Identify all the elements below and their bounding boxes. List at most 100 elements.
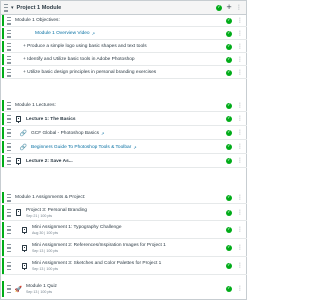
objective-text: + Utilize basic design principles in per… bbox=[23, 70, 157, 75]
drag-handle-icon[interactable] bbox=[7, 226, 11, 234]
module-title: Project 1 Module bbox=[16, 4, 62, 11]
drag-handle-icon[interactable] bbox=[7, 101, 11, 110]
drag-handle-icon[interactable] bbox=[7, 285, 11, 293]
lecture-link[interactable]: Lecture 2: Save As... bbox=[26, 159, 73, 164]
published-check-icon[interactable]: ✓ bbox=[226, 69, 232, 76]
item-menu-icon[interactable]: ⋮ bbox=[237, 158, 243, 164]
item-menu-icon[interactable]: ⋮ bbox=[237, 56, 243, 63]
list-item-mini-3[interactable]: Mini Assignment 3: Sketches and Color Pa… bbox=[2, 258, 247, 275]
drag-handle-icon[interactable] bbox=[7, 68, 11, 77]
assignment-link[interactable]: Mini Assignment 3: Sketches and Color Pa… bbox=[32, 261, 161, 266]
list-item-quiz[interactable]: 🚀 Module 1 Quiz Sep 13 | 100 pts ✓ ⋮ bbox=[2, 281, 247, 297]
item-menu-icon[interactable]: ⋮ bbox=[237, 286, 243, 292]
drag-handle-icon[interactable] bbox=[4, 3, 8, 12]
assignment-meta: Sep 13 | 100 pts bbox=[32, 267, 59, 271]
overview-video-link[interactable]: Module 1 Overview Video bbox=[35, 31, 90, 36]
list-item-obj-1[interactable]: + Produce a simple logo using basic shap… bbox=[2, 41, 247, 53]
drag-handle-icon[interactable] bbox=[7, 29, 11, 38]
item-menu-icon[interactable]: ⋮ bbox=[237, 245, 243, 251]
quiz-icon: 🚀 bbox=[14, 285, 23, 293]
assignment-icon bbox=[21, 244, 28, 252]
list-item-beginners[interactable]: 🔗 Beginners Guide To Photoshop Tools & T… bbox=[2, 141, 247, 154]
link-icon: 🔗 bbox=[19, 143, 28, 151]
assignment-icon bbox=[15, 209, 22, 216]
published-check-icon[interactable]: ✓ bbox=[226, 286, 232, 292]
drag-handle-icon[interactable] bbox=[7, 244, 11, 252]
published-check-icon[interactable]: ✓ bbox=[226, 209, 232, 216]
list-item-obj-3[interactable]: + Utilize basic design principles in per… bbox=[2, 67, 247, 79]
published-check-icon[interactable]: ✓ bbox=[226, 194, 232, 201]
drag-handle-icon[interactable] bbox=[7, 157, 11, 165]
item-menu-icon[interactable]: ⋮ bbox=[237, 17, 243, 24]
drag-handle-icon[interactable] bbox=[7, 115, 11, 123]
collapse-caret-icon[interactable]: ▾ bbox=[11, 5, 14, 11]
list-item-lecture-1[interactable]: Lecture 1: The Basics ✓ ⋮ bbox=[2, 113, 247, 126]
list-item-mini-1[interactable]: Mini Assignment 1: Typography Challenge … bbox=[2, 222, 247, 239]
list-item-assign-header[interactable]: Module 1 Assignments & Project: ✓ ⋮ bbox=[2, 192, 247, 204]
published-check-icon[interactable]: ✓ bbox=[226, 43, 232, 50]
drag-handle-icon[interactable] bbox=[7, 193, 11, 202]
module-container: ▾ Project 1 Module ✓ + ⋮ Module 1 Object… bbox=[0, 0, 247, 300]
assignment-link[interactable]: Mini Assignment 1: Typography Challenge bbox=[32, 225, 122, 230]
item-menu-icon[interactable]: ⋮ bbox=[237, 144, 243, 150]
item-menu-icon[interactable]: ⋮ bbox=[237, 69, 243, 76]
assignment-link[interactable]: Mini Assignment 2: References/Inspiratio… bbox=[32, 243, 166, 248]
lecture-link[interactable]: Lecture 1: The Basics bbox=[26, 117, 76, 122]
list-item-project-3[interactable]: Project 3: Personal Branding Sep 21 | 10… bbox=[2, 205, 247, 221]
module-menu-icon[interactable]: ⋮ bbox=[236, 4, 242, 11]
published-check-icon[interactable]: ✓ bbox=[226, 144, 232, 150]
published-check-icon[interactable]: ✓ bbox=[226, 30, 232, 37]
list-item-obj-2[interactable]: + Identify and Utilize basic tools in Ad… bbox=[2, 54, 247, 66]
objective-text: + Identify and Utilize basic tools in Ad… bbox=[23, 57, 135, 62]
subheader-label: Module 1 Assignments & Project: bbox=[15, 195, 86, 200]
list-item-lecture-2[interactable]: Lecture 2: Save As... ✓ ⋮ bbox=[2, 155, 247, 168]
external-link-icon: ↗ bbox=[91, 31, 95, 36]
assignment-meta: Aug 30 | 100 pts bbox=[32, 231, 59, 235]
item-menu-icon[interactable]: ⋮ bbox=[237, 130, 243, 136]
item-menu-icon[interactable]: ⋮ bbox=[237, 102, 243, 109]
add-item-button[interactable]: + bbox=[226, 4, 232, 11]
published-check-icon[interactable]: ✓ bbox=[226, 263, 232, 269]
list-item-obj-header[interactable]: Module 1 Objectives: ✓ ⋮ bbox=[2, 15, 247, 27]
published-check-icon[interactable]: ✓ bbox=[226, 56, 232, 63]
item-menu-icon[interactable]: ⋮ bbox=[237, 30, 243, 37]
drag-handle-icon[interactable] bbox=[7, 16, 11, 25]
assignment-icon bbox=[21, 262, 28, 270]
external-link-icon: ↗ bbox=[101, 130, 105, 136]
link-icon: 🔗 bbox=[19, 129, 28, 137]
item-menu-icon[interactable]: ⋮ bbox=[237, 209, 243, 216]
drag-handle-icon[interactable] bbox=[7, 208, 11, 217]
published-check-icon[interactable]: ✓ bbox=[226, 17, 232, 24]
published-check-icon[interactable]: ✓ bbox=[226, 245, 232, 251]
assignment-link[interactable]: Project 3: Personal Branding bbox=[26, 208, 87, 213]
external-resource-link[interactable]: GCF Global - Photoshop Basics bbox=[31, 131, 99, 136]
list-item-overview-video[interactable]: Module 1 Overview Video ↗ ✓ ⋮ bbox=[2, 28, 247, 40]
item-menu-icon[interactable]: ⋮ bbox=[237, 43, 243, 50]
published-check-icon[interactable]: ✓ bbox=[226, 227, 232, 233]
drag-handle-icon[interactable] bbox=[7, 55, 11, 64]
module-header[interactable]: ▾ Project 1 Module ✓ + ⋮ bbox=[1, 1, 246, 15]
drag-handle-icon[interactable] bbox=[7, 129, 11, 137]
item-menu-icon[interactable]: ⋮ bbox=[237, 227, 243, 233]
objective-text: + Produce a simple logo using basic shap… bbox=[23, 44, 147, 49]
published-check-icon[interactable]: ✓ bbox=[226, 158, 232, 164]
drag-handle-icon[interactable] bbox=[7, 42, 11, 51]
quiz-link[interactable]: Module 1 Quiz bbox=[26, 284, 57, 289]
external-resource-link[interactable]: Beginners Guide To Photoshop Tools & Too… bbox=[31, 145, 131, 150]
page-icon bbox=[16, 116, 21, 123]
assignment-meta: Sep 13 | 100 pts bbox=[32, 249, 59, 253]
published-check-icon[interactable]: ✓ bbox=[226, 116, 232, 122]
item-menu-icon[interactable]: ⋮ bbox=[237, 194, 243, 201]
list-item-mini-2[interactable]: Mini Assignment 2: References/Inspiratio… bbox=[2, 240, 247, 257]
drag-handle-icon[interactable] bbox=[7, 262, 11, 270]
assignment-icon bbox=[21, 226, 28, 234]
published-check-icon[interactable]: ✓ bbox=[216, 4, 223, 11]
drag-handle-icon[interactable] bbox=[7, 143, 11, 151]
list-item-gcf[interactable]: 🔗 GCF Global - Photoshop Basics ↗ ✓ ⋮ bbox=[2, 127, 247, 140]
item-menu-icon[interactable]: ⋮ bbox=[237, 263, 243, 269]
assignment-meta: Sep 21 | 100 pts bbox=[26, 213, 53, 218]
published-check-icon[interactable]: ✓ bbox=[226, 102, 232, 109]
list-item-lectures-header[interactable]: Module 1 Lectures: ✓ ⋮ bbox=[2, 100, 247, 112]
published-check-icon[interactable]: ✓ bbox=[226, 130, 232, 136]
item-menu-icon[interactable]: ⋮ bbox=[237, 116, 243, 122]
